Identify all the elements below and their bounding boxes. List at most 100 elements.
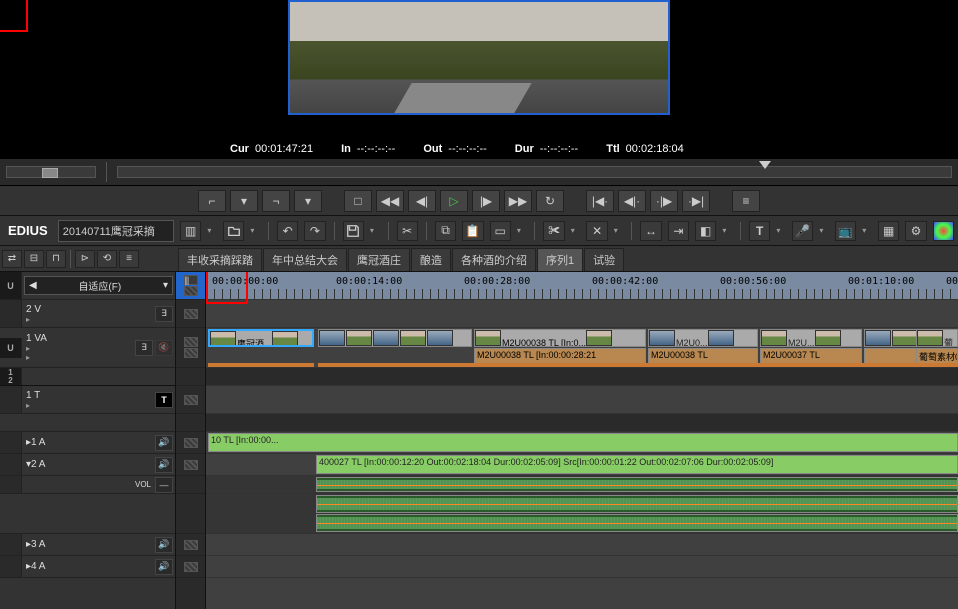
speaker-icon[interactable]: 🔊 <box>155 435 173 451</box>
seq-tab[interactable]: 鹰冠酒庄 <box>348 248 410 271</box>
step-fwd-button[interactable]: |▶ <box>472 190 500 212</box>
delete-button[interactable]: ✕ <box>586 221 607 241</box>
track-patch-a12[interactable]: 1 2 <box>0 368 22 385</box>
clip-audio-linked[interactable] <box>864 348 924 364</box>
title-track-icon[interactable]: T <box>155 392 173 408</box>
clip-audio-linked[interactable]: M2U00038 TL <box>648 348 758 364</box>
mark-out-drop[interactable]: ▾ <box>294 190 322 212</box>
clip-video[interactable]: 葡 <box>916 329 958 347</box>
clip-video-selected[interactable]: 鹰冠酒... <box>208 329 314 347</box>
vol-icon[interactable]: ― <box>155 477 173 493</box>
new-seq-button[interactable]: ▥ <box>180 221 201 241</box>
group-mode-button[interactable]: ⊟ <box>24 250 44 268</box>
loop-button[interactable]: ↻ <box>536 190 564 212</box>
razor-button[interactable]: ✀ <box>543 221 564 241</box>
lane-3a[interactable] <box>206 534 958 556</box>
shuttle-slider[interactable] <box>6 166 96 178</box>
track-label-1t[interactable]: 1 T▸ <box>22 390 155 410</box>
lane-2v[interactable] <box>206 300 958 328</box>
track-label-4a[interactable]: ▸4 A <box>22 561 155 572</box>
clip-audio[interactable]: 10 TL [In:00:00... <box>208 433 958 452</box>
paste-insert-button[interactable]: ▭ <box>490 221 511 241</box>
track-mode-button[interactable]: ≡ <box>119 250 139 268</box>
redo-button[interactable]: ↷ <box>304 221 325 241</box>
track-lock-2v[interactable] <box>176 300 205 328</box>
lane-1va[interactable]: 鹰冠酒... M2U00038 TL [In:0... M2U0... M2U.… <box>206 328 958 368</box>
rewind-button[interactable]: ◀◀ <box>376 190 404 212</box>
track-lock-4a[interactable] <box>176 556 205 578</box>
voiceover-button[interactable]: 🎤 <box>792 221 813 241</box>
next-edit-button[interactable]: ·|▶ <box>650 190 678 212</box>
title-button[interactable]: T <box>749 221 770 241</box>
mixer-button[interactable]: ⚙ <box>905 221 926 241</box>
copy-button[interactable]: ⧉ <box>435 221 456 241</box>
mark-in-drop[interactable]: ▾ <box>230 190 258 212</box>
waveform[interactable] <box>316 514 958 532</box>
lane-2a-label[interactable]: 400027 TL [In:00:00:12:20 Out:00:02:18:0… <box>206 454 958 476</box>
lane-2a-wave1[interactable] <box>206 476 958 494</box>
track-lock-1a[interactable] <box>176 432 205 454</box>
color-button[interactable] <box>933 221 954 241</box>
track-lock-1va[interactable] <box>176 328 205 368</box>
snap-button[interactable]: ⊓ <box>46 250 66 268</box>
waveform[interactable] <box>316 495 958 513</box>
speaker-icon[interactable]: 🔊 <box>155 537 173 553</box>
stop-button[interactable]: □ <box>344 190 372 212</box>
ripple-button[interactable]: ↔ <box>640 221 661 241</box>
tracks-area[interactable]: 00:00:00:00 00:00:14:00 00:00:28:00 00:0… <box>206 272 958 609</box>
zoom-fit-dropdown[interactable]: ◀自适应(F)▾ <box>24 276 173 295</box>
paste-button[interactable]: 📋 <box>462 221 483 241</box>
marker-button[interactable]: ◧ <box>695 221 716 241</box>
undo-button[interactable]: ↶ <box>277 221 298 241</box>
clip-audio-linked[interactable]: 葡萄素材01. <box>916 348 958 364</box>
track-label-1a[interactable]: ▸1 A <box>22 437 155 448</box>
track-patch-va[interactable]: U <box>0 338 22 358</box>
seq-tab[interactable]: 丰收采摘踩踏 <box>178 248 262 271</box>
mark-out-button[interactable]: ¬ <box>262 190 290 212</box>
open-button[interactable] <box>223 221 244 241</box>
preview-monitor[interactable] <box>288 0 670 115</box>
seq-tab[interactable]: 酿造 <box>411 248 451 271</box>
track-label-1va[interactable]: 1 VA▸▸ <box>22 333 135 362</box>
track-sync-icon[interactable]: ∃ <box>135 340 153 356</box>
play-button[interactable]: ▷ <box>440 190 468 212</box>
mute-icon[interactable]: 🔇 <box>155 340 173 356</box>
lane-1t[interactable] <box>206 386 958 414</box>
sequence-name-field[interactable]: 20140711鹰冠采摘 <box>58 220 174 242</box>
cut-button[interactable]: ✂ <box>397 221 418 241</box>
waveform[interactable] <box>316 477 958 492</box>
track-sync-icon[interactable]: ∃ <box>155 306 173 322</box>
lane-2a-wave2[interactable] <box>206 494 958 534</box>
video-patch[interactable]: U <box>0 272 22 299</box>
insert-mode-button[interactable]: ⇥ <box>668 221 689 241</box>
step-back-button[interactable]: ◀| <box>408 190 436 212</box>
prev-edit-button[interactable]: ◀|· <box>618 190 646 212</box>
seq-tab-active[interactable]: 序列1 <box>537 248 583 271</box>
wave-icon[interactable] <box>184 286 198 296</box>
sync-mode-button[interactable]: ⟲ <box>97 250 117 268</box>
track-patch-t[interactable] <box>0 386 22 413</box>
goto-in-button[interactable]: |◀· <box>586 190 614 212</box>
lane-1a[interactable]: 10 TL [In:00:00... <box>206 432 958 454</box>
track-lock-3a[interactable] <box>176 534 205 556</box>
capture-button[interactable]: 📺 <box>835 221 856 241</box>
transport-menu-button[interactable]: ≡ <box>732 190 760 212</box>
track-lock-2a[interactable] <box>176 454 205 476</box>
clip-video[interactable]: M2U00038 TL [In:0... <box>474 329 646 347</box>
track-patch-v2[interactable] <box>0 300 22 327</box>
seq-tab[interactable]: 年中总结大会 <box>263 248 347 271</box>
speaker-icon[interactable]: 🔊 <box>155 559 173 575</box>
clip-video[interactable]: M2U0... <box>648 329 758 347</box>
clip-video[interactable]: M2U... <box>760 329 862 347</box>
clip-video[interactable] <box>318 329 472 347</box>
clip-audio-linked[interactable]: M2U00038 TL [In:00:00:28:21 <box>474 348 646 364</box>
link-mode-button[interactable]: ⇄ <box>2 250 22 268</box>
track-lock-ruler[interactable]: ⫴ <box>176 272 205 300</box>
export-button[interactable]: ▦ <box>878 221 899 241</box>
ffwd-button[interactable]: ▶▶ <box>504 190 532 212</box>
track-label-3a[interactable]: ▸3 A <box>22 539 155 550</box>
goto-out-button[interactable]: ·▶| <box>682 190 710 212</box>
lane-4a[interactable] <box>206 556 958 578</box>
track-label-2a[interactable]: ▾2 A <box>22 459 155 470</box>
scale-icon[interactable]: ⫴ <box>184 275 198 285</box>
